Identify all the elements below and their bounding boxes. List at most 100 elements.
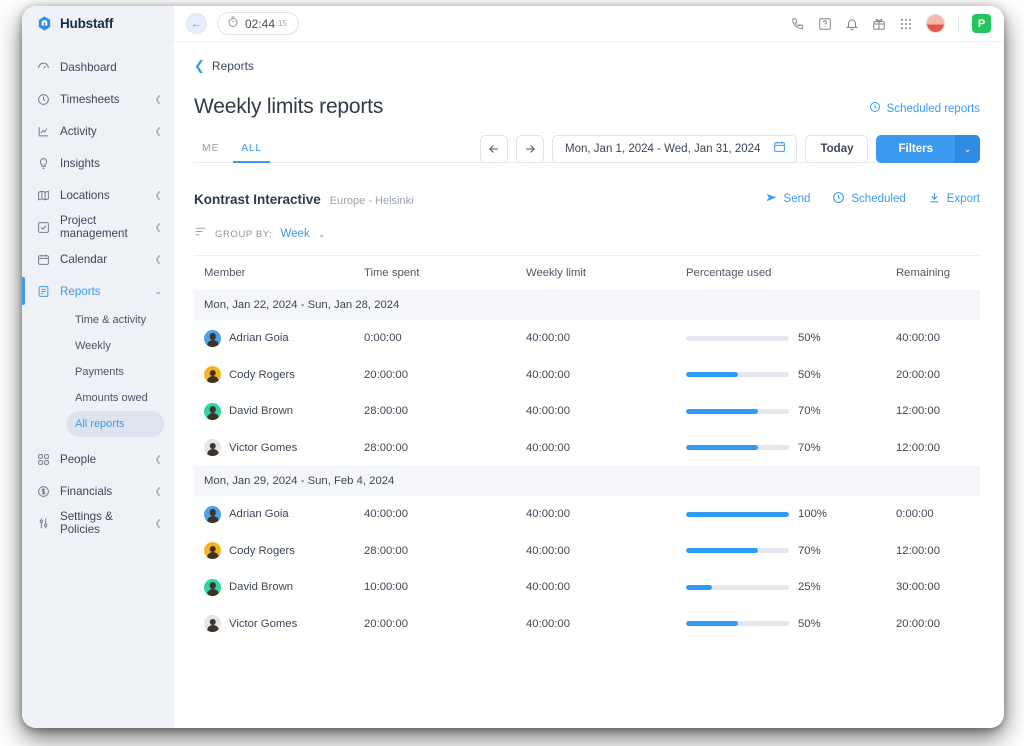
cell-remaining: 12:00:00: [896, 442, 980, 454]
export-button[interactable]: Export: [928, 191, 980, 207]
sidebar-subitem-time-activity[interactable]: Time & activity: [66, 307, 164, 333]
scheduled-button[interactable]: Scheduled: [832, 191, 905, 207]
clock-icon: [869, 101, 881, 116]
sliders-icon: [36, 517, 51, 530]
help-icon[interactable]: [818, 17, 832, 31]
group-by-control[interactable]: GROUP BY: Week ⌄: [194, 225, 980, 256]
next-period-button[interactable]: [516, 135, 544, 163]
cell-percentage-used: 50%: [686, 369, 896, 381]
profile-badge[interactable]: P: [972, 14, 991, 33]
percentage-label: 25%: [798, 581, 821, 593]
cell-remaining: 0:00:00: [896, 508, 980, 520]
sidebar-item-project-management[interactable]: Project management ❮: [22, 211, 174, 243]
cell-weekly-limit: 40:00:00: [526, 618, 686, 630]
sidebar-item-reports[interactable]: Reports ⌄: [22, 275, 174, 307]
apps-grid-icon[interactable]: [899, 17, 913, 31]
sidebar-item-settings-policies[interactable]: Settings & Policies ❮: [22, 507, 174, 539]
cell-member: Cody Rogers: [194, 542, 364, 559]
chevron-right-icon: ❮: [154, 222, 162, 233]
tab-me[interactable]: ME: [194, 142, 227, 163]
sidebar-subitem-all-reports[interactable]: All reports: [66, 411, 164, 437]
scheduled-reports-link[interactable]: Scheduled reports: [869, 101, 980, 116]
progress-bar: [686, 512, 789, 517]
table-row[interactable]: Adrian Goia40:00:0040:00:00100%0:00:00: [194, 496, 980, 533]
progress-bar: [686, 585, 789, 590]
table-header-row: Member Time spent Weekly limit Percentag…: [194, 256, 980, 290]
sidebar-item-dashboard[interactable]: Dashboard: [22, 51, 174, 83]
sidebar-item-activity[interactable]: Activity ❮: [22, 115, 174, 147]
cell-weekly-limit: 40:00:00: [526, 369, 686, 381]
cell-percentage-used: 70%: [686, 405, 896, 417]
collapse-sidebar-button[interactable]: ←: [186, 13, 207, 34]
progress-bar: [686, 372, 789, 377]
cell-time-spent: 10:00:00: [364, 581, 526, 593]
map-icon: [36, 189, 51, 202]
member-name: Cody Rogers: [229, 545, 295, 557]
sidebar-subitem-label: Amounts owed: [75, 392, 148, 404]
member-name: Victor Gomes: [229, 442, 297, 454]
bell-icon[interactable]: [845, 17, 859, 31]
chevron-down-icon[interactable]: ⌄: [318, 229, 326, 240]
sidebar-item-label: People: [60, 453, 145, 466]
sidebar-item-insights[interactable]: Insights: [22, 147, 174, 179]
table-row[interactable]: Cody Rogers28:00:0040:00:0070%12:00:00: [194, 533, 980, 570]
sidebar-subitem-label: Time & activity: [75, 314, 146, 326]
chevron-down-icon[interactable]: ⌄: [955, 135, 980, 163]
user-avatar[interactable]: [926, 14, 945, 33]
cell-weekly-limit: 40:00:00: [526, 581, 686, 593]
today-button[interactable]: Today: [805, 135, 868, 163]
date-range-picker[interactable]: Mon, Jan 1, 2024 - Wed, Jan 31, 2024: [552, 135, 797, 163]
sidebar-subitem-payments[interactable]: Payments: [66, 359, 164, 385]
group-by-value[interactable]: Week: [281, 228, 310, 240]
sidebar-subitem-amounts-owed[interactable]: Amounts owed: [66, 385, 164, 411]
scheduled-reports-label: Scheduled reports: [887, 103, 980, 115]
scheduled-label: Scheduled: [851, 193, 905, 205]
progress-bar-fill: [686, 585, 712, 590]
cell-weekly-limit: 40:00:00: [526, 545, 686, 557]
clock-icon: [832, 191, 845, 207]
divider: [958, 15, 959, 33]
sidebar-item-timesheets[interactable]: Timesheets ❮: [22, 83, 174, 115]
avatar: [204, 366, 221, 383]
column-header-remaining: Remaining: [896, 267, 980, 279]
filters-button[interactable]: Filters ⌄: [876, 135, 980, 163]
avatar: [204, 542, 221, 559]
table-row[interactable]: David Brown28:00:0040:00:0070%12:00:00: [194, 393, 980, 430]
cell-remaining: 40:00:00: [896, 332, 980, 344]
send-button[interactable]: Send: [765, 191, 811, 207]
gift-icon[interactable]: [872, 17, 886, 31]
sidebar-subitem-label: Payments: [75, 366, 124, 378]
sidebar-subitem-weekly[interactable]: Weekly: [66, 333, 164, 359]
table-row[interactable]: Victor Gomes20:00:0040:00:0050%20:00:00: [194, 606, 980, 643]
phone-icon[interactable]: [791, 17, 805, 31]
export-label: Export: [947, 193, 980, 205]
timer-value: 02:44: [245, 17, 275, 31]
progress-bar-fill: [686, 621, 738, 626]
sidebar-item-calendar[interactable]: Calendar ❮: [22, 243, 174, 275]
dollar-circle-icon: [36, 485, 51, 498]
cell-member: David Brown: [194, 579, 364, 596]
weekly-limits-table: Member Time spent Weekly limit Percentag…: [194, 256, 980, 642]
report-icon: [36, 285, 51, 298]
cell-time-spent: 20:00:00: [364, 618, 526, 630]
table-row[interactable]: David Brown10:00:0040:00:0025%30:00:00: [194, 569, 980, 606]
previous-period-button[interactable]: [480, 135, 508, 163]
dashboard-icon: [36, 61, 51, 74]
chevron-down-icon: ⌄: [154, 286, 162, 297]
breadcrumb[interactable]: ❮ Reports: [194, 58, 254, 74]
percentage-label: 70%: [798, 405, 821, 417]
table-row[interactable]: Victor Gomes28:00:0040:00:0070%12:00:00: [194, 430, 980, 467]
timer-seconds: 15: [278, 19, 287, 28]
chevron-right-icon: ❮: [154, 126, 162, 137]
avatar: [204, 615, 221, 632]
sidebar-item-people[interactable]: People ❮: [22, 443, 174, 475]
chevron-right-icon: ❮: [154, 454, 162, 465]
timer-widget[interactable]: 02:44 15: [217, 12, 299, 35]
table-row[interactable]: Adrian Goia0:00:0040:00:0050%40:00:00: [194, 320, 980, 357]
percentage-label: 50%: [798, 369, 821, 381]
sidebar-item-locations[interactable]: Locations ❮: [22, 179, 174, 211]
sidebar-item-financials[interactable]: Financials ❮: [22, 475, 174, 507]
cell-percentage-used: 70%: [686, 545, 896, 557]
tab-all[interactable]: ALL: [233, 142, 270, 163]
table-row[interactable]: Cody Rogers20:00:0040:00:0050%20:00:00: [194, 357, 980, 394]
